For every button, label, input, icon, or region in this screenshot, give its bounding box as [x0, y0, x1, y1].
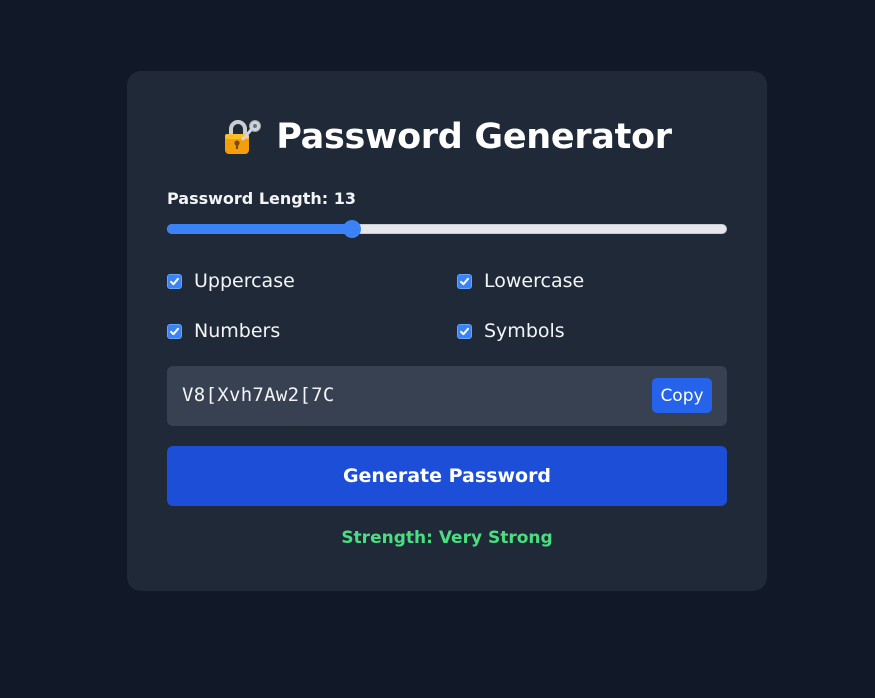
checkmark-icon	[170, 327, 179, 335]
password-generator-card: Password Generator Password Length: 13 U…	[127, 71, 767, 591]
slider-thumb[interactable]	[343, 220, 361, 238]
page-title: Password Generator	[276, 117, 672, 157]
option-lowercase[interactable]: Lowercase	[457, 270, 584, 292]
generate-password-button[interactable]: Generate Password	[167, 446, 727, 506]
numbers-label: Numbers	[194, 320, 281, 342]
option-uppercase[interactable]: Uppercase	[167, 270, 295, 292]
symbols-label: Symbols	[484, 320, 565, 342]
lowercase-checkbox[interactable]	[457, 273, 472, 289]
length-label: Password Length: 13	[167, 189, 356, 208]
option-symbols[interactable]: Symbols	[457, 320, 565, 342]
lock-with-key-icon	[225, 120, 262, 154]
option-numbers[interactable]: Numbers	[167, 320, 280, 342]
header: Password Generator	[127, 115, 767, 159]
password-text[interactable]: V8[Xvh7Aw2[7C	[182, 384, 335, 406]
lowercase-label: Lowercase	[484, 270, 585, 292]
length-slider[interactable]	[167, 220, 727, 238]
copy-button[interactable]: Copy	[652, 378, 712, 413]
checkmark-icon	[460, 277, 469, 285]
numbers-checkbox[interactable]	[167, 323, 182, 339]
strength-indicator: Strength: Very Strong	[341, 528, 553, 548]
checkmark-icon	[460, 327, 469, 335]
checkmark-icon	[170, 277, 179, 285]
symbols-checkbox[interactable]	[457, 323, 472, 339]
uppercase-checkbox[interactable]	[167, 273, 182, 289]
uppercase-label: Uppercase	[194, 270, 295, 292]
password-output: V8[Xvh7Aw2[7C Copy	[167, 366, 727, 426]
slider-fill	[167, 224, 352, 234]
